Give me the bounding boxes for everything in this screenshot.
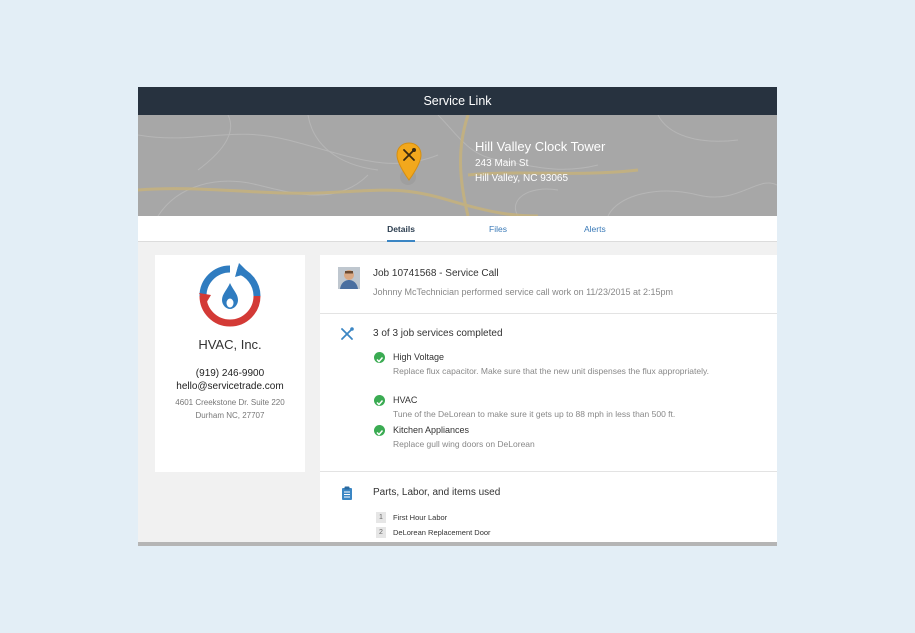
company-email[interactable]: hello@servicetrade.com	[155, 381, 305, 392]
location-street: 243 Main St	[475, 158, 529, 169]
company-address-line2: Durham NC, 27707	[195, 411, 265, 420]
avatar	[338, 267, 360, 289]
service-link-window: Service Link Hill Valley Clock Tower 243…	[138, 87, 777, 546]
service-name: High Voltage	[393, 352, 445, 362]
divider	[320, 471, 777, 472]
job-detail-panel: Job 10741568 - Service Call Johnny McTec…	[320, 255, 777, 546]
company-name: HVAC, Inc.	[198, 337, 262, 352]
map-pin-tools-icon[interactable]	[396, 142, 422, 187]
part-name: First Hour Labor	[393, 513, 448, 522]
location-map[interactable]: Hill Valley Clock Tower 243 Main St Hill…	[138, 115, 777, 216]
part-name: DeLorean Replacement Door	[393, 528, 491, 537]
checkmark-icon	[374, 425, 385, 436]
part-number: 1	[376, 512, 386, 523]
tab-alerts[interactable]: Alerts	[584, 216, 606, 242]
checkmark-icon	[374, 395, 385, 406]
part-number: 2	[376, 527, 386, 538]
company-logo	[197, 263, 263, 334]
service-description: Tune of the DeLorean to make sure it get…	[393, 409, 676, 419]
job-summary: Johnny McTechnician performed service ca…	[373, 287, 673, 297]
clipboard-icon	[341, 486, 353, 505]
tab-details[interactable]: Details	[387, 216, 415, 242]
map-roads	[138, 115, 777, 216]
company-address-line1: 4601 Creekstone Dr. Suite 220	[175, 398, 285, 407]
company-phone[interactable]: (919) 246-9900	[155, 368, 305, 379]
service-name: Kitchen Appliances	[393, 425, 470, 435]
app-title: Service Link	[138, 87, 777, 115]
service-description: Replace flux capacitor. Make sure that t…	[393, 366, 709, 376]
service-description: Replace gull wing doors on DeLorean	[393, 439, 535, 449]
checkmark-icon	[374, 352, 385, 363]
location-name: Hill Valley Clock Tower	[475, 139, 606, 154]
company-card: HVAC, Inc. (919) 246-9900 hello@servicet…	[155, 255, 305, 472]
tools-icon	[340, 327, 354, 346]
services-header: 3 of 3 job services completed	[373, 328, 503, 339]
scroll-edge	[138, 542, 777, 546]
tab-bar: Details Files Alerts	[138, 216, 777, 242]
job-title: Job 10741568 - Service Call	[373, 268, 499, 279]
parts-header: Parts, Labor, and items used	[373, 487, 501, 498]
location-city: Hill Valley, NC 93065	[475, 173, 569, 184]
divider	[320, 313, 777, 314]
service-name: HVAC	[393, 395, 418, 405]
tab-files[interactable]: Files	[489, 216, 507, 242]
